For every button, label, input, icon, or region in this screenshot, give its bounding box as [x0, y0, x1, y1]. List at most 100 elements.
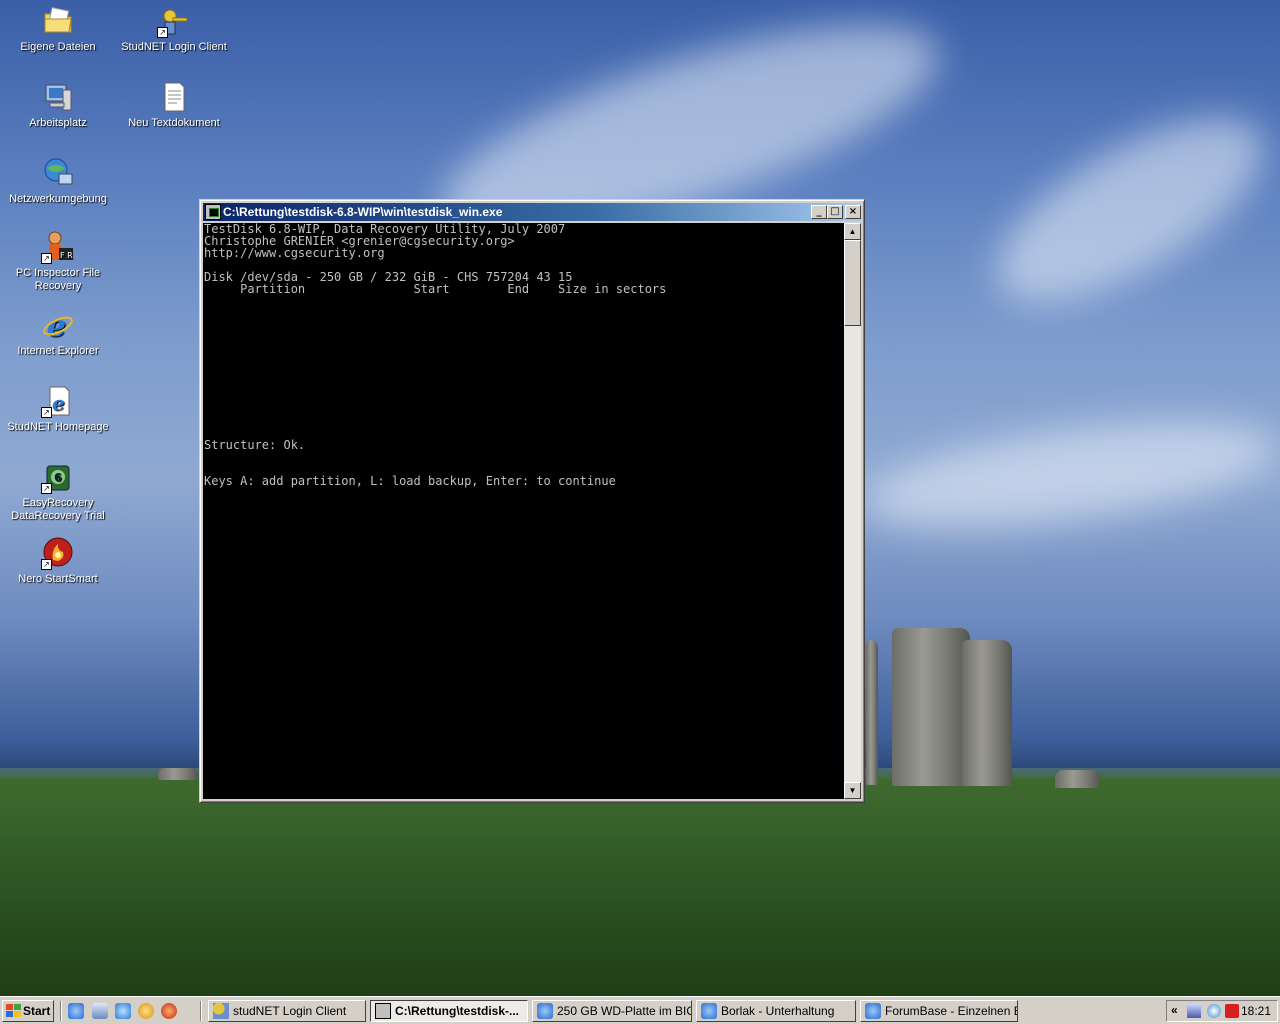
- sky-cloud: [855, 401, 1280, 549]
- easyrecovery-icon: 6 ↗: [41, 460, 75, 494]
- internet-explorer-icon: e: [41, 308, 75, 344]
- console-app-icon: [375, 1003, 391, 1019]
- desktop-icon-studnet-homepage[interactable]: e ↗ StudNET Homepage: [4, 384, 112, 434]
- console-line: Structure: Ok.: [204, 438, 306, 452]
- key-login-icon: [213, 1003, 229, 1019]
- desktop-icon-label: Internet Explorer: [17, 345, 99, 357]
- scroll-up-arrow-icon[interactable]: ▲: [844, 223, 861, 240]
- nero-icon: ↗: [41, 536, 75, 570]
- desktop-icon-nero[interactable]: ↗ Nero StartSmart: [4, 536, 112, 586]
- quicklaunch-media-player-icon[interactable]: [138, 1003, 154, 1019]
- web-shortcut-icon: e ↗: [41, 384, 75, 418]
- fallen-stone: [158, 768, 198, 780]
- task-borlak[interactable]: Borlak - Unterhaltung: [696, 1000, 856, 1022]
- desktop-icon-label: PC Inspector File Recovery: [15, 267, 101, 292]
- system-tray: « 18:21: [1166, 1000, 1278, 1022]
- desktop-icon-label: Nero StartSmart: [18, 573, 98, 585]
- console-app-icon[interactable]: [205, 204, 221, 220]
- desktop-icon-label: Neu Textdokument: [128, 117, 220, 129]
- task-label: studNET Login Client: [233, 1004, 347, 1018]
- internet-explorer-icon: [865, 1003, 881, 1019]
- quicklaunch-nero-icon[interactable]: [161, 1003, 177, 1019]
- start-button[interactable]: Start: [2, 1000, 54, 1022]
- tray-expand-chevron-icon[interactable]: «: [1171, 1003, 1178, 1017]
- window-title: C:\Rettung\testdisk-6.8-WIP\win\testdisk…: [223, 205, 503, 219]
- desktop-icon-label: StudNET Login Client: [121, 41, 227, 53]
- start-label: Start: [23, 1004, 51, 1018]
- task-studnet-login[interactable]: studNET Login Client: [208, 1000, 366, 1022]
- window-titlebar[interactable]: C:\Rettung\testdisk-6.8-WIP\win\testdisk…: [203, 203, 861, 221]
- standing-stone: [866, 640, 878, 785]
- fallen-stone: [1055, 770, 1100, 788]
- task-forumbase[interactable]: ForumBase - Einzelnen B...: [860, 1000, 1018, 1022]
- desktop-icon-internet-explorer[interactable]: e Internet Explorer: [4, 308, 112, 358]
- desktop-icon-pc-inspector[interactable]: F R ↗ PC Inspector File Recovery: [4, 230, 112, 293]
- svg-text:e: e: [52, 391, 65, 415]
- console-line: http://www.cgsecurity.org: [204, 246, 385, 260]
- testdisk-console-window[interactable]: C:\Rettung\testdisk-6.8-WIP\win\testdisk…: [199, 199, 865, 803]
- task-label: Borlak - Unterhaltung: [721, 1004, 835, 1018]
- standing-stone: [892, 628, 970, 786]
- sky-cloud: [970, 83, 1280, 337]
- task-label: ForumBase - Einzelnen B...: [885, 1004, 1018, 1018]
- close-button[interactable]: ×: [845, 205, 861, 219]
- console-line: Partition Start End Size in sectors: [204, 282, 667, 296]
- tray-antivirus-icon[interactable]: [1225, 1004, 1239, 1018]
- task-wd-platte[interactable]: 250 GB WD-Platte im BIO...: [532, 1000, 692, 1022]
- task-testdisk[interactable]: C:\Rettung\testdisk-...: [370, 1000, 528, 1022]
- quicklaunch-browser-icon[interactable]: [115, 1003, 131, 1019]
- computer-icon: [41, 80, 75, 114]
- console-line: Keys A: add partition, L: load backup, E…: [204, 474, 616, 488]
- standing-stone: [962, 640, 1012, 786]
- taskbar: Start studNET Login Client C:\Rettung\te…: [0, 996, 1280, 1024]
- scrollbar-thumb[interactable]: [844, 240, 861, 326]
- folder-icon: [41, 4, 75, 38]
- tray-user-icon[interactable]: [1207, 1004, 1221, 1018]
- quicklaunch-desktop-icon[interactable]: [92, 1003, 108, 1019]
- desktop-icon-arbeitsplatz[interactable]: Arbeitsplatz: [4, 80, 112, 130]
- taskbar-separator: [60, 1001, 62, 1021]
- internet-explorer-icon: [701, 1003, 717, 1019]
- network-icon: [41, 156, 75, 190]
- tray-network-icon[interactable]: [1187, 1004, 1201, 1018]
- minimize-button[interactable]: _: [811, 205, 827, 219]
- desktop-icon-easyrecovery[interactable]: 6 ↗ EasyRecovery DataRecovery Trial: [4, 460, 112, 523]
- grass-field: [0, 778, 1280, 996]
- desktop-icon-netzwerkumgebung[interactable]: Netzwerkumgebung: [4, 156, 112, 206]
- maximize-button[interactable]: □: [827, 205, 843, 219]
- taskbar-separator: [200, 1001, 202, 1021]
- svg-text:6: 6: [54, 471, 62, 484]
- svg-text:e: e: [47, 309, 66, 342]
- desktop-icon-label: Eigene Dateien: [20, 41, 96, 53]
- desktop-icon-label: StudNET Homepage: [7, 421, 109, 433]
- task-label: 250 GB WD-Platte im BIO...: [557, 1004, 692, 1018]
- desktop-icon-eigene-dateien[interactable]: Eigene Dateien: [4, 4, 112, 54]
- task-label: C:\Rettung\testdisk-...: [395, 1004, 520, 1018]
- scroll-down-arrow-icon[interactable]: ▼: [844, 782, 861, 799]
- text-document-icon: [157, 80, 191, 114]
- tray-clock: 18:21: [1240, 1004, 1271, 1018]
- internet-explorer-icon: [537, 1003, 553, 1019]
- svg-text:F R: F R: [60, 251, 73, 260]
- desktop-icon-studnet-login[interactable]: ↗ StudNET Login Client: [120, 4, 228, 54]
- desktop-icon-label: EasyRecovery DataRecovery Trial: [11, 497, 105, 522]
- file-recovery-icon: F R ↗: [41, 230, 75, 264]
- quicklaunch-ie-icon[interactable]: [68, 1003, 84, 1019]
- console-vertical-scrollbar[interactable]: ▲ ▼: [844, 223, 861, 799]
- console-output[interactable]: TestDisk 6.8-WIP, Data Recovery Utility,…: [203, 223, 844, 799]
- desktop-icon-neu-textdokument[interactable]: Neu Textdokument: [120, 80, 228, 130]
- desktop-icon-label: Netzwerkumgebung: [9, 193, 107, 205]
- key-login-icon: ↗: [157, 4, 191, 38]
- desktop-icon-label: Arbeitsplatz: [29, 117, 87, 129]
